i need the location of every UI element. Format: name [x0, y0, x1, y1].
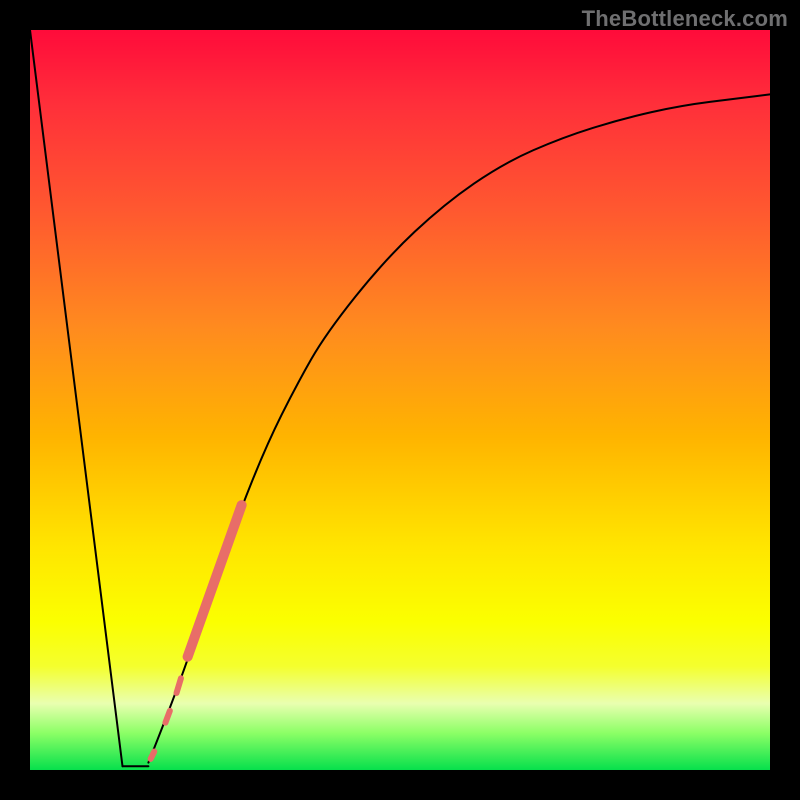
chart-frame: TheBottleneck.com: [0, 0, 800, 800]
highlight-segment: [188, 505, 242, 657]
curve-left-arm: [30, 30, 123, 766]
highlight-segment: [151, 752, 155, 759]
plot-area: [30, 30, 770, 770]
chart-svg: [30, 30, 770, 770]
highlight-segment: [165, 711, 169, 723]
highlight-segment: [177, 678, 181, 693]
highlight-group: [151, 505, 242, 759]
curve-right-arm: [148, 94, 770, 762]
watermark-text: TheBottleneck.com: [582, 6, 788, 32]
